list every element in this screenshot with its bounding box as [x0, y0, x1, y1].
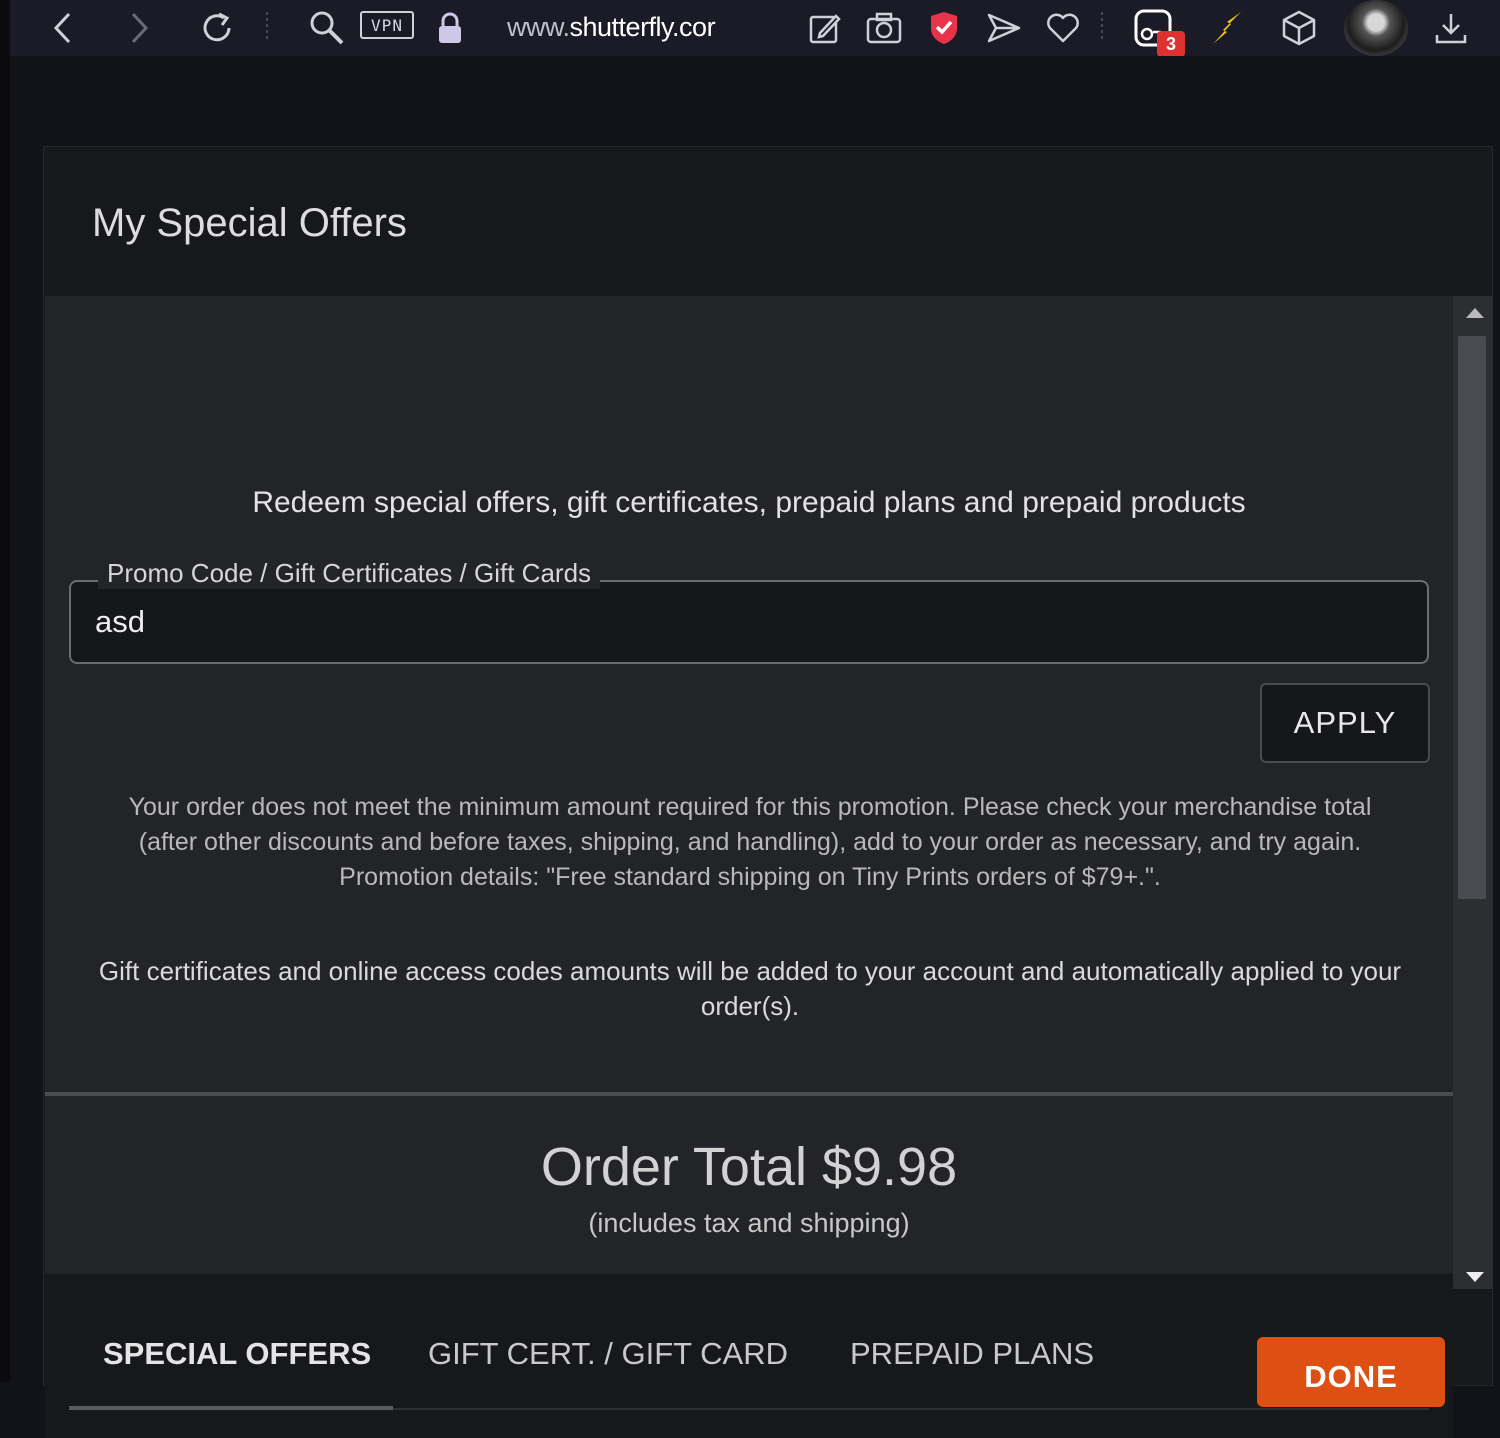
- search-icon[interactable]: [304, 0, 350, 56]
- scroll-down-arrow-icon[interactable]: [1466, 1272, 1484, 1282]
- dialog-content: Redeem special offers, gift certificates…: [45, 296, 1453, 1438]
- active-tab-indicator: [69, 1406, 393, 1410]
- avatar[interactable]: [1344, 0, 1408, 56]
- offer-tabs: SPECIAL OFFERS GIFT CERT. / GIFT CARD PR…: [45, 1274, 1453, 1438]
- address-bar[interactable]: www.shutterfly.cor: [507, 10, 752, 44]
- apply-button[interactable]: APPLY: [1260, 683, 1430, 763]
- dialog-title: My Special Offers: [92, 201, 407, 245]
- tab-special-offers[interactable]: SPECIAL OFFERS: [103, 1336, 371, 1372]
- notification-badge: 3: [1157, 31, 1185, 57]
- special-offers-dialog: My Special Offers Redeem special offers,…: [43, 146, 1493, 1438]
- url-prefix: www.: [507, 12, 570, 42]
- order-total-note: (includes tax and shipping): [588, 1208, 910, 1238]
- box-icon[interactable]: [1276, 0, 1322, 56]
- done-button[interactable]: DONE: [1257, 1337, 1445, 1407]
- toolbar-separator: [1101, 12, 1103, 42]
- bolt-icon[interactable]: [1204, 0, 1250, 56]
- gift-certificate-info: Gift certificates and online access code…: [98, 956, 1402, 1021]
- redeem-intro-text: Redeem special offers, gift certificates…: [252, 486, 1246, 519]
- promo-code-input[interactable]: [95, 600, 1395, 644]
- toolbar-separator: [266, 12, 268, 42]
- edit-icon[interactable]: [802, 0, 848, 56]
- scroll-up-arrow-icon[interactable]: [1466, 308, 1484, 318]
- send-icon[interactable]: [981, 0, 1027, 56]
- lock-icon[interactable]: [430, 0, 470, 56]
- browser-toolbar: VPN www.shutterfly.cor 3: [0, 0, 1500, 57]
- scrollbar-thumb[interactable]: [1458, 336, 1486, 899]
- back-icon[interactable]: [40, 0, 86, 56]
- promo-error-message: Your order does not meet the minimum amo…: [128, 793, 1372, 891]
- dialog-scrollbar[interactable]: [1453, 296, 1493, 1289]
- window-edge: [0, 56, 10, 1382]
- promo-code-label: Promo Code / Gift Certificates / Gift Ca…: [98, 558, 601, 589]
- vpn-badge[interactable]: VPN: [360, 11, 414, 39]
- order-total: Order Total $9.98: [540, 1137, 958, 1197]
- tab-prepaid-plans[interactable]: PREPAID PLANS: [850, 1336, 1094, 1372]
- download-icon[interactable]: [1428, 0, 1474, 56]
- camera-icon[interactable]: [861, 0, 907, 56]
- heart-icon[interactable]: [1040, 0, 1086, 56]
- section-divider: [45, 1092, 1453, 1096]
- tab-gift-cert-gift-card[interactable]: GIFT CERT. / GIFT CARD: [428, 1336, 788, 1372]
- page-background: [10, 56, 1500, 146]
- url-host: shutterfly.cor: [569, 12, 716, 42]
- shield-icon[interactable]: [921, 0, 967, 56]
- promo-code-field[interactable]: [69, 580, 1429, 664]
- reload-icon[interactable]: [194, 0, 240, 56]
- forward-icon[interactable]: [116, 0, 162, 56]
